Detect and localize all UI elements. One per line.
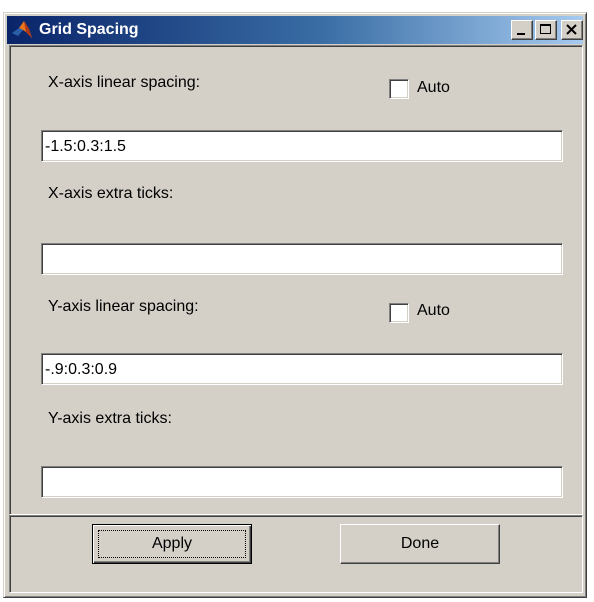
minimize-icon xyxy=(517,33,525,35)
minimize-button[interactable] xyxy=(511,20,533,40)
y-auto-label[interactable]: Auto xyxy=(417,301,450,321)
y-spacing-input[interactable]: -.9:0.3:0.9 xyxy=(41,353,563,385)
x-extra-ticks-label: X-axis extra ticks: xyxy=(48,185,174,202)
done-button[interactable]: Done xyxy=(340,524,500,564)
x-auto-label[interactable]: Auto xyxy=(417,78,450,98)
apply-button-label: Apply xyxy=(98,530,246,558)
matlab-icon xyxy=(11,20,33,40)
x-spacing-label: X-axis linear spacing: xyxy=(48,74,201,91)
x-spacing-input[interactable]: -1.5:0.3:1.5 xyxy=(41,130,563,162)
settings-panel xyxy=(9,45,583,515)
x-extra-ticks-input[interactable] xyxy=(41,243,563,275)
y-extra-ticks-input[interactable] xyxy=(41,466,563,498)
y-auto-checkbox[interactable] xyxy=(389,303,409,323)
close-icon xyxy=(566,24,577,35)
maximize-button[interactable] xyxy=(535,20,557,40)
y-spacing-label: Y-axis linear spacing: xyxy=(48,298,199,315)
apply-button[interactable]: Apply xyxy=(92,524,252,564)
y-extra-ticks-label: Y-axis extra ticks: xyxy=(48,410,172,427)
title-bar[interactable]: Grid Spacing xyxy=(7,16,583,44)
window-title: Grid Spacing xyxy=(39,21,139,38)
close-button[interactable] xyxy=(561,20,583,40)
maximize-icon xyxy=(540,24,551,34)
x-auto-checkbox[interactable] xyxy=(389,79,409,99)
